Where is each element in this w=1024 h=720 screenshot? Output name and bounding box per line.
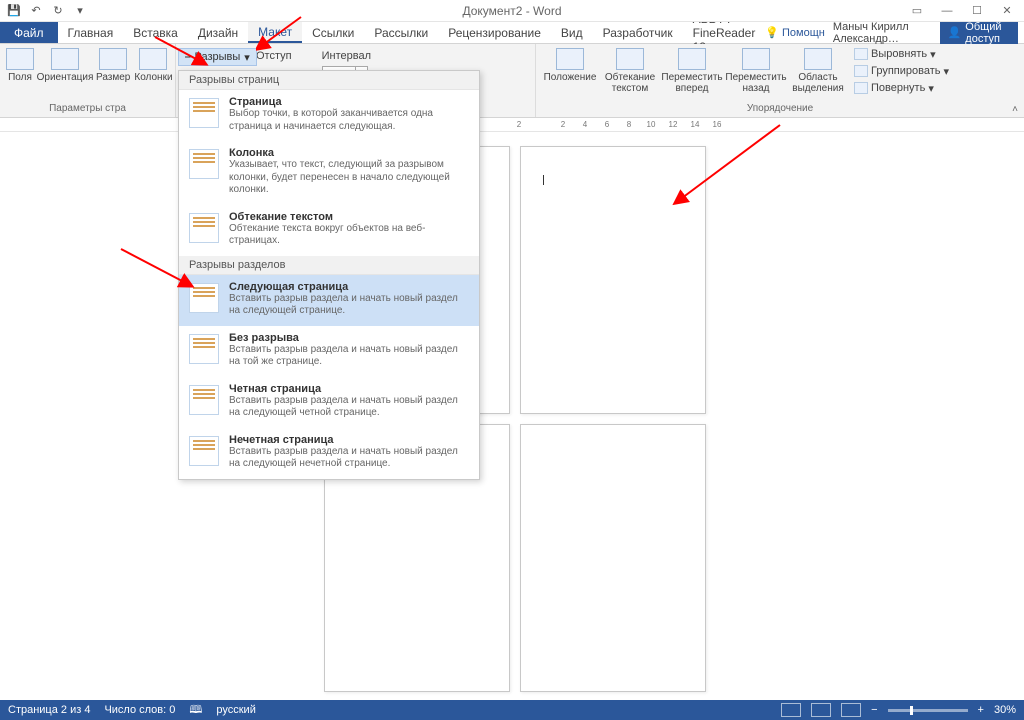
menu-item-continuous[interactable]: Без разрываВставить разрыв раздела и нач…: [179, 326, 479, 377]
selection-pane-button[interactable]: Область выделения: [790, 46, 846, 103]
continuous-icon: [189, 334, 219, 364]
collapse-ribbon-icon[interactable]: ˄: [1012, 104, 1018, 115]
share-button[interactable]: 👤Общий доступ: [940, 19, 1018, 47]
menu-item-text-wrapping[interactable]: Обтекание текстомОбтекание текста вокруг…: [179, 205, 479, 256]
align-icon: [854, 48, 868, 60]
tab-view[interactable]: Вид: [551, 22, 593, 43]
annotation-arrow: [116, 244, 196, 294]
menu-item-odd-page[interactable]: Нечетная страницаВставить разрыв раздела…: [179, 428, 479, 479]
size-button[interactable]: Размер: [96, 46, 130, 103]
qat-customize-icon[interactable]: ▾: [72, 3, 88, 19]
view-web-layout-button[interactable]: [841, 703, 861, 717]
title-bar: 💾 ↶ ↻ ▾ Документ2 - Word ▭ — ☐ ✕: [0, 0, 1024, 22]
tab-home[interactable]: Главная: [58, 22, 124, 43]
odd-page-icon: [189, 436, 219, 466]
annotation-arrow: [256, 12, 306, 52]
menu-item-column-break[interactable]: КолонкаУказывает, что текст, следующий з…: [179, 141, 479, 205]
save-icon[interactable]: 💾: [6, 3, 22, 19]
chevron-down-icon: ▾: [930, 48, 936, 61]
chevron-down-icon: ▾: [244, 51, 250, 64]
view-print-layout-button[interactable]: [811, 703, 831, 717]
cursor-caret: [543, 175, 544, 185]
account-name[interactable]: Маныч Кирилл Александр…: [833, 21, 932, 45]
annotation-arrow: [150, 32, 210, 72]
zoom-in-button[interactable]: +: [978, 704, 984, 716]
spacing-label: Интервал: [322, 50, 382, 62]
align-button[interactable]: Выровнять▾: [854, 46, 949, 62]
view-read-mode-button[interactable]: [781, 703, 801, 717]
share-icon: 👤: [948, 26, 962, 39]
position-button[interactable]: Положение: [542, 46, 598, 103]
send-backward-button[interactable]: Переместить назад: [726, 46, 786, 103]
group-label-page-setup: Параметры стра: [6, 103, 169, 115]
maximize-icon[interactable]: ☐: [964, 2, 990, 20]
rotate-icon: [854, 82, 868, 94]
tab-mailings[interactable]: Рассылки: [364, 22, 438, 43]
window-title: Документ2 - Word: [462, 4, 561, 18]
wrap-text-button[interactable]: Обтекание текстом: [602, 46, 658, 103]
group-label-arrange: Упорядочение: [542, 103, 1018, 115]
document-area[interactable]: 2 4 6 8 10 12 14 16 18 20 22 24: [18, 132, 1024, 700]
status-language[interactable]: русский: [216, 704, 255, 716]
minimize-icon[interactable]: —: [934, 2, 960, 20]
annotation-arrow: [670, 120, 790, 210]
rotate-button[interactable]: Повернуть▾: [854, 80, 949, 96]
breaks-menu: Разрывы страниц СтраницаВыбор точки, в к…: [178, 70, 480, 480]
tab-review[interactable]: Рецензирование: [438, 22, 551, 43]
tab-file[interactable]: Файл: [0, 22, 58, 43]
bring-forward-button[interactable]: Переместить вперед: [662, 46, 722, 103]
margins-button[interactable]: Поля: [6, 46, 34, 103]
tab-developer[interactable]: Разработчик: [593, 22, 683, 43]
even-page-icon: [189, 385, 219, 415]
menu-item-page-break[interactable]: СтраницаВыбор точки, в которой заканчива…: [179, 90, 479, 141]
chevron-down-icon: ▾: [928, 82, 934, 95]
quick-access-toolbar: 💾 ↶ ↻ ▾: [0, 3, 88, 19]
tell-me-button[interactable]: 💡Помощн: [765, 26, 825, 39]
page-thumbnail[interactable]: [520, 424, 706, 692]
status-bar: Страница 2 из 4 Число слов: 0 🕮 русский …: [0, 700, 1024, 720]
zoom-level[interactable]: 30%: [994, 704, 1016, 716]
menu-header-section-breaks: Разрывы разделов: [179, 256, 479, 275]
horizontal-ruler[interactable]: 2 2 4 6 8 10 12 14 16: [0, 118, 1024, 132]
zoom-slider[interactable]: [888, 709, 968, 712]
menu-item-next-page[interactable]: Следующая страницаВставить разрыв раздел…: [179, 275, 479, 326]
proofing-icon[interactable]: 🕮: [189, 701, 202, 720]
tab-finereader[interactable]: ABBYY FineReader 12: [683, 22, 766, 43]
status-page[interactable]: Страница 2 из 4: [8, 704, 90, 716]
redo-icon[interactable]: ↻: [50, 3, 66, 19]
group-button[interactable]: Группировать▾: [854, 63, 949, 79]
group-icon: [854, 65, 868, 77]
page-break-icon: [189, 98, 219, 128]
status-word-count[interactable]: Число слов: 0: [104, 704, 175, 716]
bulb-icon: 💡: [765, 26, 779, 39]
orientation-button[interactable]: Ориентация: [38, 46, 92, 103]
menu-header-page-breaks: Разрывы страниц: [179, 71, 479, 90]
ribbon-options-icon[interactable]: ▭: [904, 2, 930, 20]
text-wrapping-icon: [189, 213, 219, 243]
close-icon[interactable]: ✕: [994, 2, 1020, 20]
tab-references[interactable]: Ссылки: [302, 22, 364, 43]
column-break-icon: [189, 149, 219, 179]
menu-item-even-page[interactable]: Четная страницаВставить разрыв раздела и…: [179, 377, 479, 428]
chevron-down-icon: ▾: [944, 65, 950, 78]
undo-icon[interactable]: ↶: [28, 3, 44, 19]
zoom-out-button[interactable]: −: [871, 704, 877, 716]
window-controls: ▭ — ☐ ✕: [904, 2, 1024, 20]
